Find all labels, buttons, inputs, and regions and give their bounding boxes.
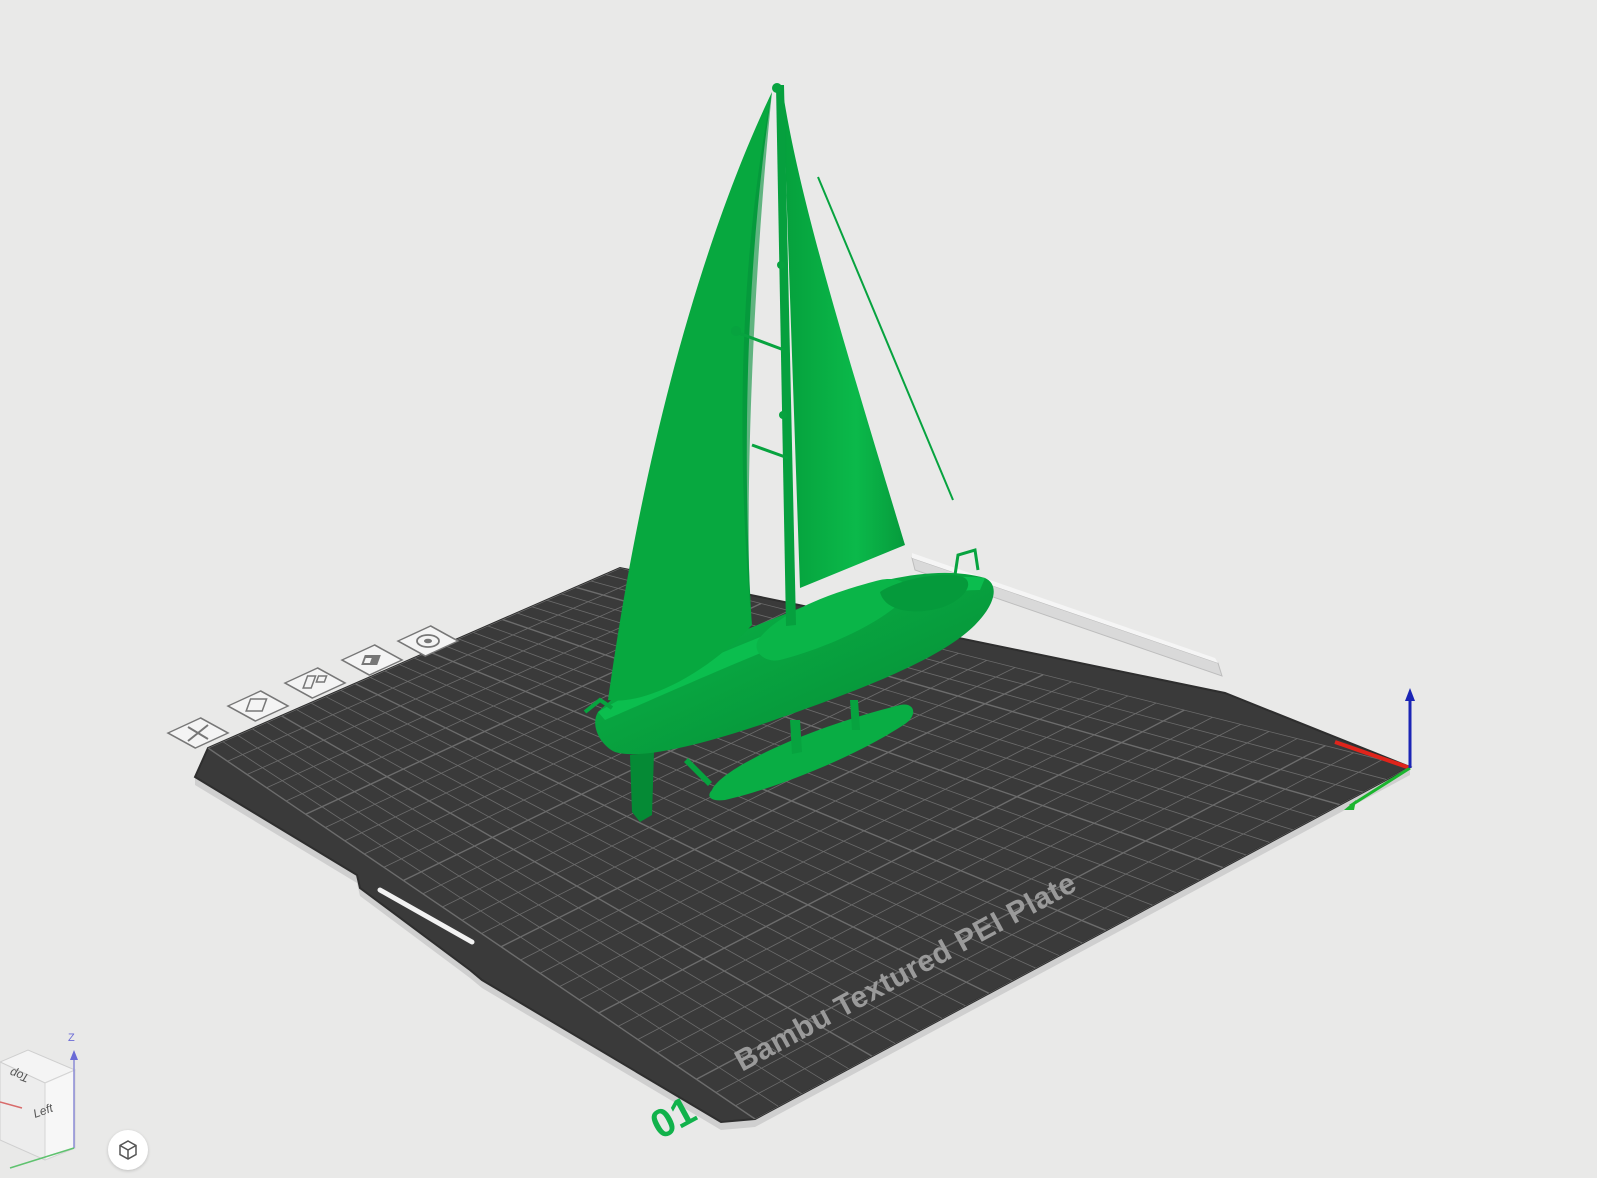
- view-cube[interactable]: Top Left Z: [0, 1032, 78, 1169]
- keel-strut-2: [790, 720, 802, 754]
- z-axis-arrow: [1405, 688, 1415, 701]
- mast-fitting: [779, 411, 787, 419]
- viewport-canvas[interactable]: Bambu Textured PEI Plate 01 Top Left Z: [0, 0, 1597, 1173]
- view-cube-button[interactable]: [108, 1130, 148, 1170]
- view-cube-icon: [119, 1140, 137, 1160]
- 3d-viewport[interactable]: Bambu Textured PEI Plate 01 Top Left Z: [0, 0, 1597, 1173]
- mast-head: [772, 83, 782, 93]
- mast-fitting-2: [777, 261, 785, 269]
- view-cube-z-label: Z: [68, 1032, 75, 1044]
- keel: [630, 752, 654, 822]
- spreader-lower: [751, 443, 789, 460]
- view-cube-z-arrow: [70, 1050, 78, 1060]
- spreader-upper-tip: [731, 326, 741, 336]
